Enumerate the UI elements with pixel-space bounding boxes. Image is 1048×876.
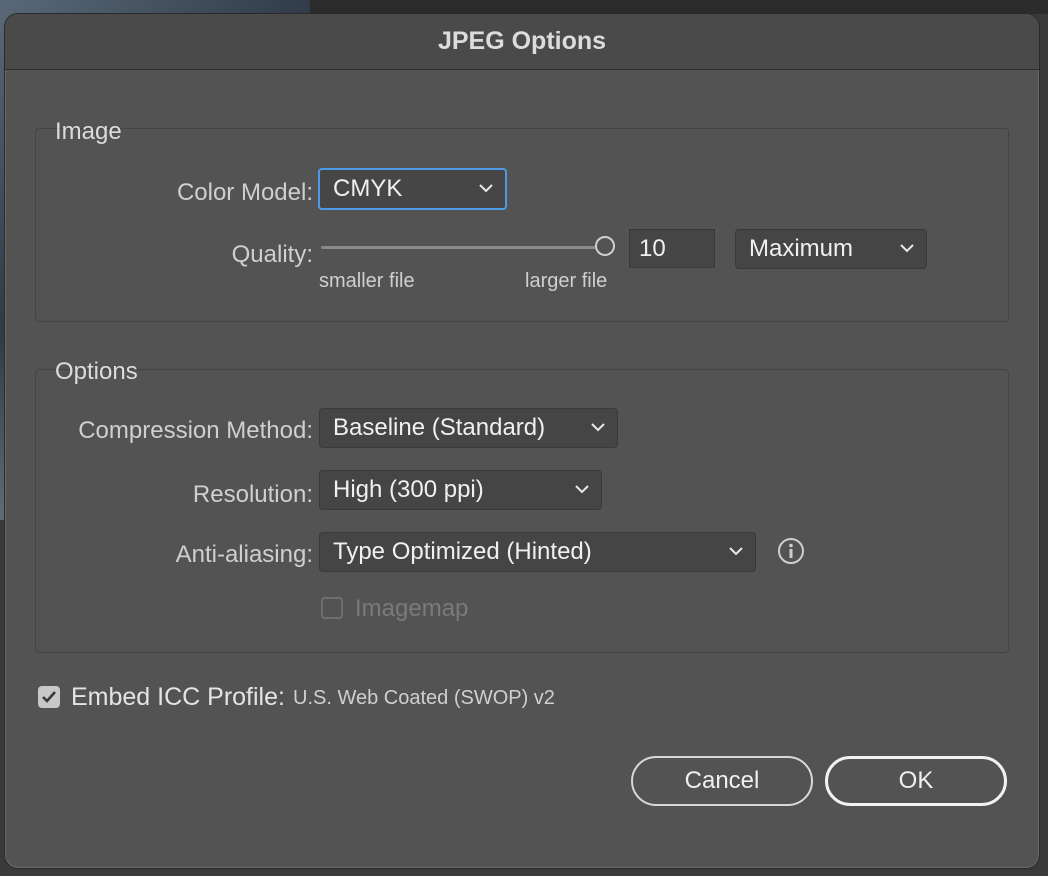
quality-value-input[interactable] [629,229,715,268]
color-model-label: Color Model: [176,179,313,206]
chevron-down-icon [575,485,589,494]
info-icon[interactable] [777,537,805,565]
jpeg-options-dialog: JPEG Options Image Color Model: CMYK Qua… [4,13,1040,869]
compression-method-label: Compression Method: [78,417,313,444]
resolution-select[interactable]: High (300 ppi) [319,470,602,510]
color-model-value: CMYK [333,175,403,202]
chevron-down-icon [591,423,605,432]
chevron-down-icon [900,244,914,253]
chevron-down-icon [729,547,743,556]
resolution-value: High (300 ppi) [333,476,484,503]
quality-min-label: smaller file [319,270,415,292]
quality-slider-thumb[interactable] [595,236,615,256]
ok-button[interactable]: OK [825,756,1007,806]
color-model-select[interactable]: CMYK [318,168,507,210]
quality-preset-select[interactable]: Maximum [735,229,927,269]
imagemap-label: Imagemap [355,595,469,622]
options-group-title: Options [55,358,138,385]
resolution-label: Resolution: [192,481,313,508]
quality-label: Quality: [231,241,313,268]
checkmark-icon [42,691,56,703]
embed-icc-label: Embed ICC Profile: [71,683,285,711]
compression-method-value: Baseline (Standard) [333,414,546,441]
cancel-button[interactable]: Cancel [631,756,813,806]
icc-profile-name: U.S. Web Coated (SWOP) v2 [293,687,555,709]
imagemap-checkbox[interactable] [321,597,343,619]
compression-method-select[interactable]: Baseline (Standard) [319,408,618,448]
embed-icc-checkbox[interactable] [38,686,60,708]
quality-preset-value: Maximum [749,235,854,262]
image-group-title: Image [55,118,122,145]
anti-aliasing-select[interactable]: Type Optimized (Hinted) [319,532,756,572]
anti-aliasing-label: Anti-aliasing: [175,541,313,568]
image-group [35,128,1009,322]
quality-max-label: larger file [525,270,608,292]
chevron-down-icon [479,184,493,193]
dialog-title: JPEG Options [437,27,607,55]
anti-aliasing-value: Type Optimized (Hinted) [333,538,592,565]
title-bar: JPEG Options [5,14,1039,70]
quality-slider-track[interactable] [321,246,601,249]
